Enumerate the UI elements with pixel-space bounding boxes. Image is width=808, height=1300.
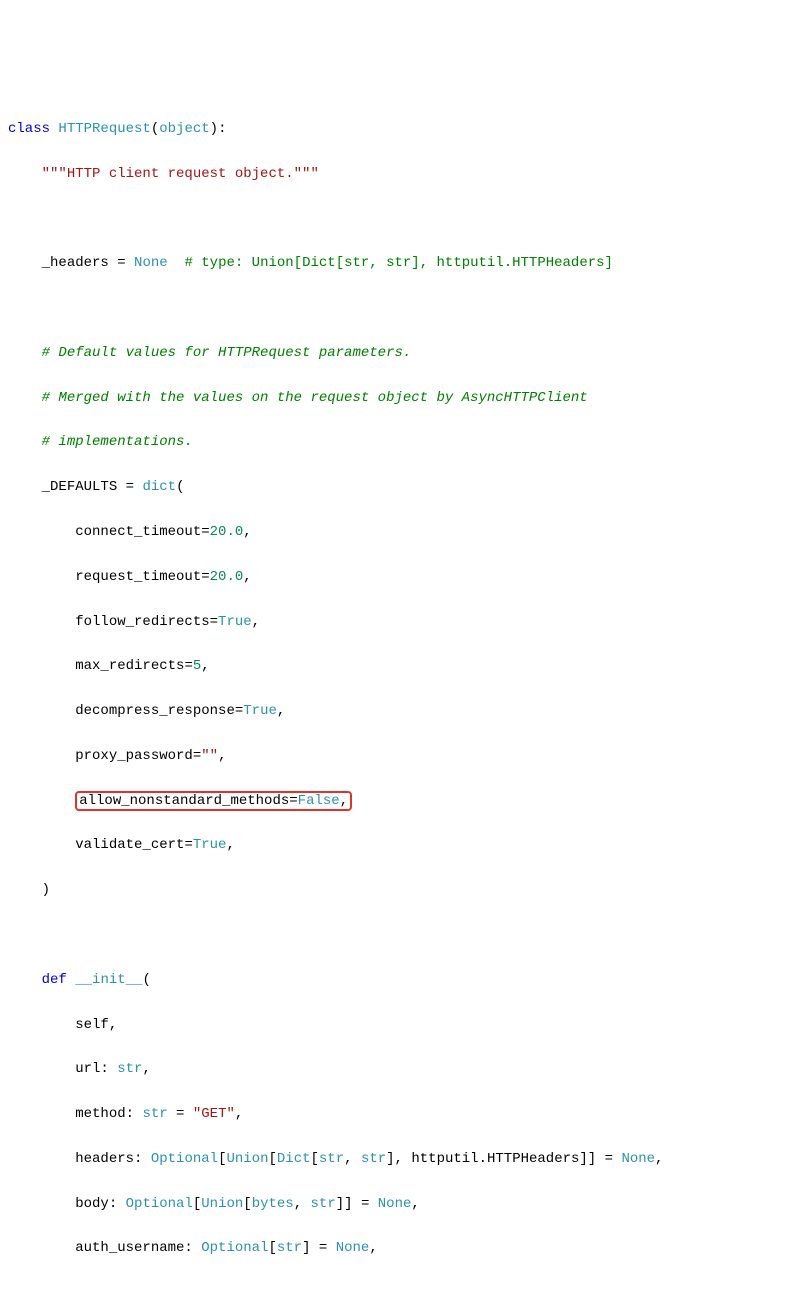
code-line: # Default values for HTTPRequest paramet…	[8, 342, 800, 364]
code-line: method: str = "GET",	[8, 1103, 800, 1125]
kwarg-name: max_redirects	[75, 658, 184, 674]
comment: # implementations.	[42, 434, 193, 450]
code-line: request_timeout=20.0,	[8, 566, 800, 588]
kwarg-name: follow_redirects	[75, 614, 209, 630]
code-line: headers: Optional[Union[Dict[str, str], …	[8, 1148, 800, 1170]
code-line: def __init__(	[8, 969, 800, 991]
type-str: str	[361, 1151, 386, 1167]
code-line: connect_timeout=20.0,	[8, 521, 800, 543]
type-optional: Optional	[151, 1151, 218, 1167]
kwarg-val: True	[193, 837, 227, 853]
kwarg-name: allow_nonstandard_methods	[79, 793, 289, 809]
code-line-blank	[8, 208, 800, 230]
kwarg-val: 20.0	[210, 569, 244, 585]
docstring: """HTTP client request object."""	[42, 166, 319, 182]
code-line: _DEFAULTS = dict(	[8, 476, 800, 498]
code-line: allow_nonstandard_methods=False,	[8, 790, 800, 812]
kwarg-val: 5	[193, 658, 201, 674]
code-line: self,	[8, 1014, 800, 1036]
kwarg-val: ""	[201, 748, 218, 764]
code-line: validate_cert=True,	[8, 834, 800, 856]
code-line: proxy_password="",	[8, 745, 800, 767]
kwarg-name: proxy_password	[75, 748, 193, 764]
type-union: Union	[201, 1196, 243, 1212]
const-none: None	[134, 255, 168, 271]
code-block: class HTTPRequest(object): """HTTP clien…	[8, 96, 800, 1283]
type-str: str	[311, 1196, 336, 1212]
const-none: None	[336, 1240, 370, 1256]
type-str: str	[117, 1061, 142, 1077]
code-line: body: Optional[Union[bytes, str]] = None…	[8, 1193, 800, 1215]
var-headers: _headers	[42, 255, 109, 271]
keyword-def: def	[42, 972, 67, 988]
type-optional: Optional	[126, 1196, 193, 1212]
builtin-dict: dict	[142, 479, 176, 495]
param-method: method:	[75, 1106, 142, 1122]
code-line: auth_username: Optional[str] = None,	[8, 1237, 800, 1259]
param-auth: auth_username:	[75, 1240, 201, 1256]
type-bytes: bytes	[252, 1196, 294, 1212]
code-line: class HTTPRequest(object):	[8, 118, 800, 140]
code-line: # implementations.	[8, 431, 800, 453]
const-none: None	[378, 1196, 412, 1212]
code-line-blank	[8, 924, 800, 946]
code-line: )	[8, 879, 800, 901]
param-self: self	[75, 1017, 109, 1033]
keyword-class: class	[8, 121, 50, 137]
type-httputil: httputil.HTTPHeaders	[411, 1151, 579, 1167]
kwarg-name: decompress_response	[75, 703, 235, 719]
type-dict: Dict	[277, 1151, 311, 1167]
comment-type: # type: Union[Dict[str, str], httputil.H…	[184, 255, 612, 271]
const-none: None	[621, 1151, 655, 1167]
class-name: HTTPRequest	[58, 121, 150, 137]
type-object: object	[159, 121, 209, 137]
code-line: url: str,	[8, 1058, 800, 1080]
code-line: """HTTP client request object."""	[8, 163, 800, 185]
type-str: str	[142, 1106, 167, 1122]
code-line: _headers = None # type: Union[Dict[str, …	[8, 252, 800, 274]
code-line: max_redirects=5,	[8, 655, 800, 677]
comment: # Default values for HTTPRequest paramet…	[42, 345, 412, 361]
type-str: str	[277, 1240, 302, 1256]
param-url: url:	[75, 1061, 117, 1077]
kwarg-name: connect_timeout	[75, 524, 201, 540]
kwarg-name: request_timeout	[75, 569, 201, 585]
kwarg-val: 20.0	[210, 524, 244, 540]
kwarg-val: False	[298, 793, 340, 809]
kwarg-name: validate_cert	[75, 837, 184, 853]
code-line: decompress_response=True,	[8, 700, 800, 722]
default-get: "GET"	[193, 1106, 235, 1122]
code-line-blank	[8, 297, 800, 319]
type-optional: Optional	[201, 1240, 268, 1256]
param-headers: headers:	[75, 1151, 151, 1167]
comment: # Merged with the values on the request …	[42, 390, 588, 406]
param-body: body:	[75, 1196, 125, 1212]
kwarg-val: True	[218, 614, 252, 630]
highlight-box: allow_nonstandard_methods=False,	[75, 791, 352, 811]
kwarg-val: True	[243, 703, 277, 719]
type-union: Union	[226, 1151, 268, 1167]
type-str: str	[319, 1151, 344, 1167]
code-line: follow_redirects=True,	[8, 611, 800, 633]
code-line: # Merged with the values on the request …	[8, 387, 800, 409]
func-name: __init__	[75, 972, 142, 988]
var-defaults: _DEFAULTS	[42, 479, 118, 495]
